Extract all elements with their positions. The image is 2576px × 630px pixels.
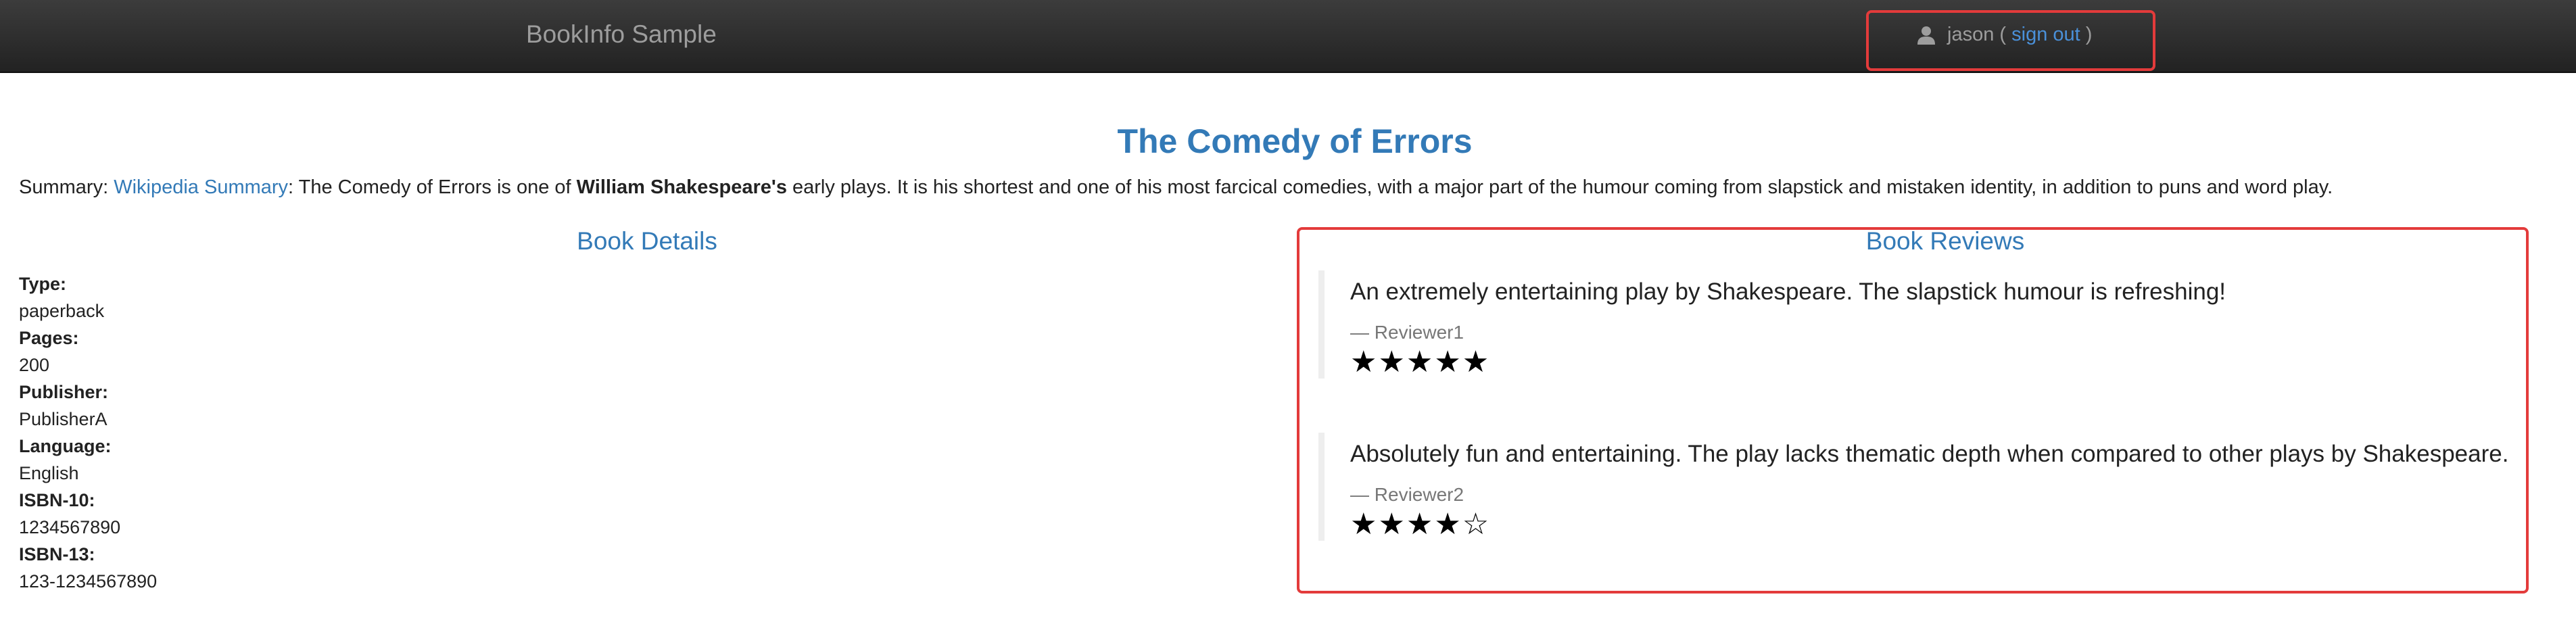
language-value: English — [19, 463, 79, 483]
summary-text-1: : The Comedy of Errors is one of — [288, 176, 571, 198]
reviewer-name: — Reviewer1 — [1350, 322, 1464, 343]
summary-author: William Shakespeare's — [576, 176, 787, 198]
publisher-label: Publisher: — [19, 382, 109, 402]
type-value: paperback — [19, 301, 105, 321]
wikipedia-summary-link[interactable]: Wikipedia Summary — [114, 176, 288, 198]
brand-link[interactable]: BookInfo Sample — [526, 20, 717, 49]
isbn10-value: 1234567890 — [19, 517, 121, 537]
review-1: An extremely entertaining play by Shakes… — [1318, 270, 2522, 379]
book-details: Type: paperback Pages: 200 Publisher: Pu… — [19, 270, 157, 595]
summary-text-2: early plays. It is his shortest and one … — [792, 176, 2333, 198]
sign-out-link[interactable]: sign out — [2011, 24, 2080, 46]
language-label: Language: — [19, 436, 112, 456]
review-2: Absolutely fun and entertaining. The pla… — [1318, 433, 2522, 541]
isbn10-label: ISBN-10: — [19, 490, 95, 510]
publisher-value: PublisherA — [19, 409, 108, 429]
book-reviews-heading: Book Reviews — [1865, 227, 2025, 255]
review-text: Absolutely fun and entertaining. The pla… — [1350, 441, 2509, 467]
type-label: Type: — [19, 274, 67, 294]
book-details-heading: Book Details — [577, 227, 717, 255]
summary-label: Summary: — [19, 176, 109, 198]
book-title: The Comedy of Errors — [1117, 122, 1473, 160]
username: jason — [1947, 24, 1995, 45]
paren-open: ( — [1999, 24, 2007, 45]
navbar: BookInfo Sample — [0, 0, 2576, 73]
isbn13-value: 123-1234567890 — [19, 571, 158, 591]
user-icon — [1917, 26, 1935, 45]
isbn13-label: ISBN-13: — [19, 544, 95, 564]
star-rating: ★★★★☆ — [1350, 508, 1491, 541]
book-summary: Summary: Wikipedia Summary: The Comedy o… — [19, 176, 2333, 199]
pages-label: Pages: — [19, 328, 79, 348]
user-info: jason ( sign out ) — [1916, 24, 2092, 46]
reviewer-name: — Reviewer2 — [1350, 484, 1464, 505]
pages-value: 200 — [19, 355, 50, 375]
review-text: An extremely entertaining play by Shakes… — [1350, 278, 2226, 305]
paren-close: ) — [2085, 24, 2093, 45]
star-rating: ★★★★★ — [1350, 345, 1491, 379]
